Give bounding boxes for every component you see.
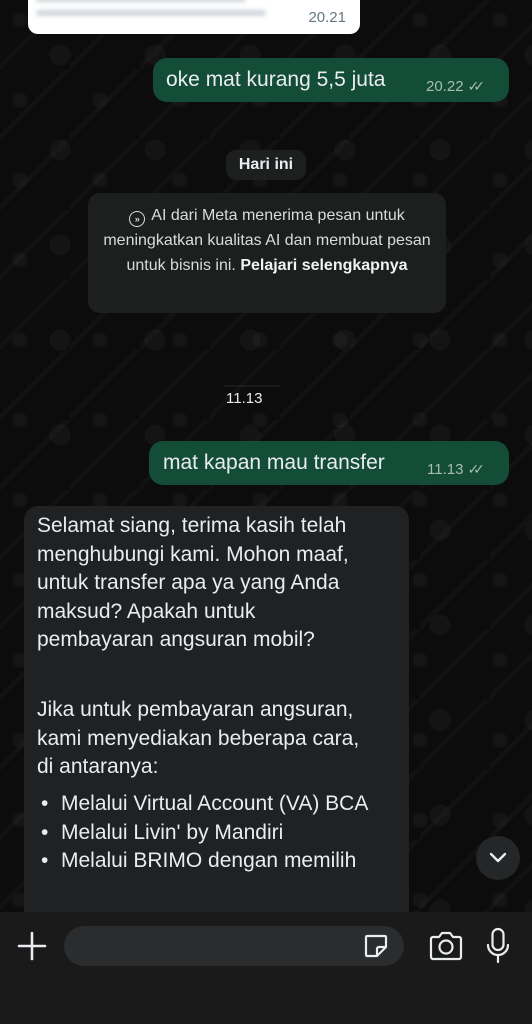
- blurred-text: [36, 10, 266, 16]
- message-input[interactable]: [64, 926, 404, 966]
- incoming-message[interactable]: Selamat siang, terima kasih telah menghu…: [24, 506, 409, 912]
- microphone-icon[interactable]: [484, 926, 512, 966]
- read-ticks-icon: ✓✓: [467, 78, 486, 94]
- plus-icon[interactable]: [16, 930, 48, 962]
- message-time: 11.13: [226, 390, 263, 407]
- message-line: kami menyediakan beberapa cara,: [37, 726, 360, 750]
- sticker-icon[interactable]: [362, 932, 390, 960]
- meta-ai-notice[interactable]: » AI dari Meta menerima pesan untuk menin…: [88, 193, 446, 313]
- message-line: maksud? Apakah untuk: [37, 599, 256, 623]
- message-time: 20.22: [426, 78, 464, 95]
- message-line: pembayaran angsuran mobil?: [37, 628, 315, 651]
- blurred-text: [36, 0, 246, 2]
- outgoing-message[interactable]: oke mat kurang 5,5 juta 20.22 ✓✓: [153, 58, 509, 102]
- partial-message-bubble[interactable]: 20.21: [28, 0, 360, 34]
- ai-info-icon: »: [129, 211, 146, 227]
- list-item: Melalui Virtual Account (VA) BCA: [37, 790, 397, 819]
- message-meta: 20.22 ✓✓: [426, 78, 486, 95]
- message-line: di antaranya:: [37, 755, 159, 778]
- message-text: oke mat kurang 5,5 juta: [166, 68, 386, 91]
- chat-area: 20.21 oke mat kurang 5,5 juta 20.22 ✓✓ H…: [0, 0, 532, 912]
- message-paragraph: Jika untuk pembayaran angsuran, kami men…: [37, 696, 359, 782]
- message-line: menghubungi kami. Mohon maaf,: [37, 542, 349, 566]
- outgoing-message[interactable]: mat kapan mau transfer 11.13 ✓✓: [149, 441, 509, 485]
- read-ticks-icon: ✓✓: [467, 461, 485, 477]
- message-time: 11.13: [427, 461, 464, 478]
- message-meta: 11.13 ✓✓: [427, 461, 485, 478]
- message-line: Jika untuk pembayaran angsuran,: [37, 698, 354, 721]
- camera-icon[interactable]: [428, 930, 464, 962]
- list-item: Melalui BRIMO dengan memilih: [37, 847, 397, 876]
- list-item: Melalui Livin' by Mandiri: [37, 819, 397, 848]
- payment-methods-list: Melalui Virtual Account (VA) BCA Melalui…: [37, 790, 397, 876]
- message-paragraph: Selamat siang, terima kasih telah menghu…: [37, 512, 349, 655]
- scroll-to-bottom-button[interactable]: [476, 836, 520, 880]
- message-line: Selamat siang, terima kasih telah: [37, 514, 347, 537]
- message-text: mat kapan mau transfer: [163, 451, 385, 474]
- message-line: untuk transfer apa ya yang Anda: [37, 571, 340, 594]
- sticker-placeholder: [224, 345, 280, 387]
- chevron-down-icon: [489, 852, 507, 863]
- learn-more-link[interactable]: Pelajari selengkapnya: [240, 257, 407, 274]
- message-time: 20.21: [308, 9, 346, 26]
- date-chip: Hari ini: [226, 150, 306, 180]
